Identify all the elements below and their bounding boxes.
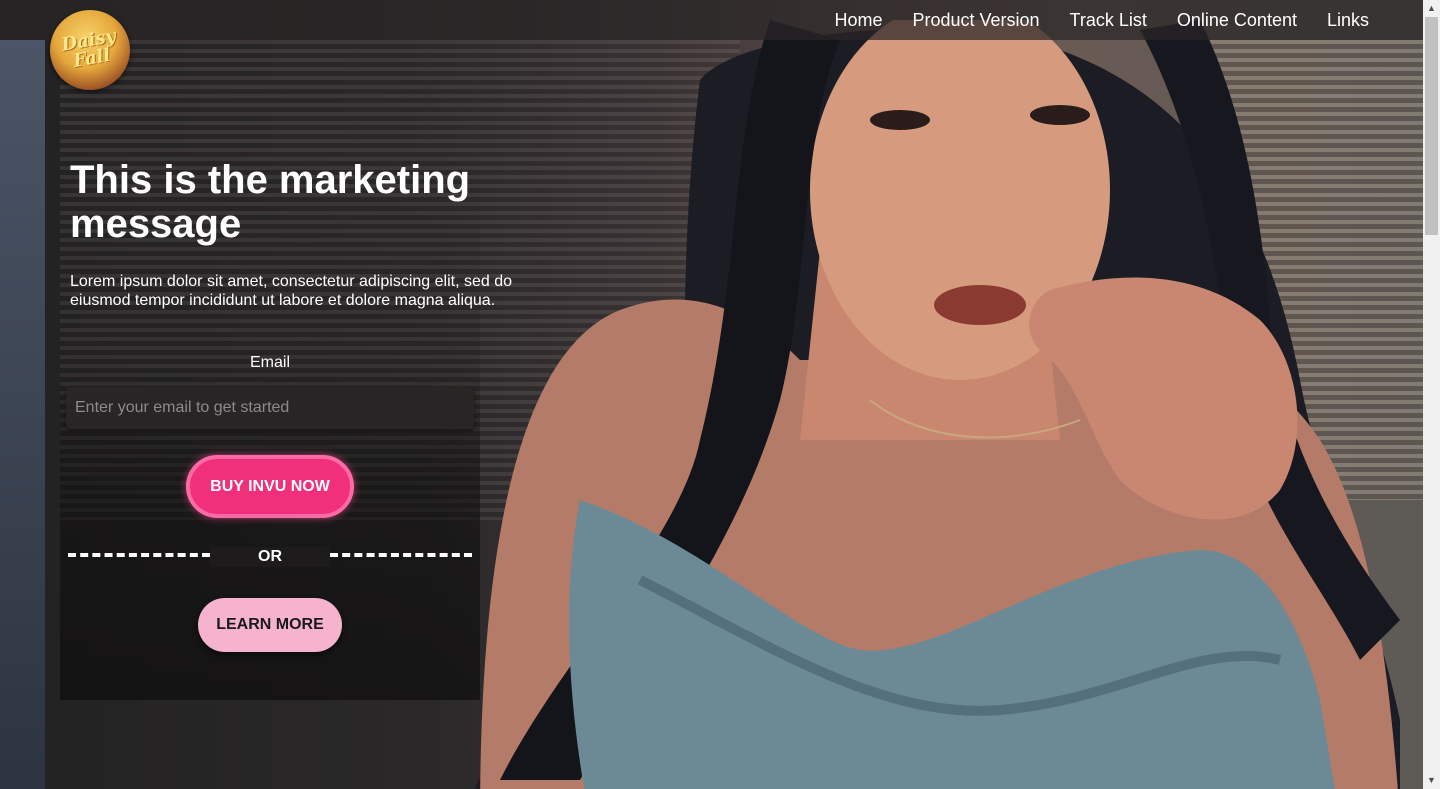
nav-home[interactable]: Home — [834, 10, 882, 31]
nav-links: Home Product Version Track List Online C… — [834, 0, 1369, 40]
divider-left — [68, 553, 210, 557]
nav-online-content[interactable]: Online Content — [1177, 10, 1297, 31]
scrollbar-thumb[interactable] — [1425, 17, 1438, 235]
left-eye — [870, 110, 930, 130]
triangle-up-icon[interactable]: ▲ — [1423, 0, 1440, 17]
brand-logo[interactable]: Daisy Fall — [50, 10, 130, 90]
logo-text: Daisy Fall — [59, 25, 118, 72]
or-separator: OR — [210, 547, 330, 567]
email-label: Email — [249, 354, 290, 371]
hero-photo — [474, 20, 1400, 789]
nav-track-list[interactable]: Track List — [1070, 10, 1147, 31]
hero-headline: This is the marketing message — [70, 158, 471, 246]
wall-edge — [0, 40, 45, 789]
hero-subtext: Lorem ipsum dolor sit amet, consectetur … — [70, 273, 512, 309]
lips — [934, 285, 1026, 325]
vertical-scrollbar[interactable]: ▲ ▼ — [1423, 0, 1440, 789]
nav-product-version[interactable]: Product Version — [912, 10, 1039, 31]
learn-more-button[interactable]: LEARN MORE — [198, 598, 342, 652]
top-navbar: Home Product Version Track List Online C… — [0, 0, 1423, 40]
email-input[interactable] — [66, 387, 474, 429]
nav-links[interactable]: Links — [1327, 10, 1369, 31]
right-eye — [1030, 105, 1090, 125]
triangle-down-icon[interactable]: ▼ — [1423, 772, 1440, 789]
divider-right — [330, 553, 472, 557]
buy-now-button[interactable]: BUY INVU NOW — [186, 455, 354, 518]
